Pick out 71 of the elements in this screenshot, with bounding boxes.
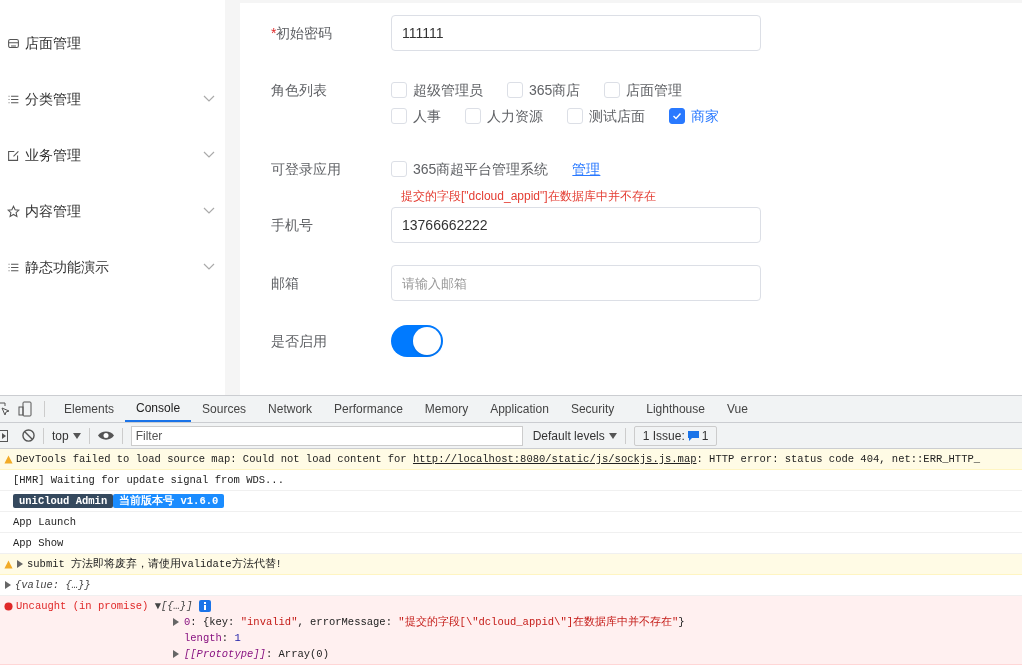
console-property[interactable]: length: 1 <box>184 631 241 645</box>
sidebar-item[interactable]: 店面管理 <box>0 15 225 71</box>
password-field[interactable]: 111111 <box>391 15 761 51</box>
phone-field[interactable]: 13766662222 <box>391 207 761 243</box>
console-message[interactable]: submit 方法即将废弃，请使用validate方法代替! <box>27 557 282 571</box>
console-message[interactable]: App Show <box>13 536 64 550</box>
store-icon <box>7 36 20 50</box>
warning-icon <box>4 454 13 464</box>
devtools-tab[interactable]: Elements <box>53 396 126 422</box>
edit-icon <box>7 148 20 162</box>
warning-icon <box>4 559 13 569</box>
check-icon <box>672 111 682 121</box>
caret-icon <box>72 432 81 439</box>
caret-icon[interactable] <box>4 581 12 589</box>
sidebar-item[interactable]: 内容管理 <box>0 183 225 239</box>
caret-icon <box>608 432 617 439</box>
comment-icon <box>687 430 699 441</box>
app-checkbox[interactable]: 365商超平台管理系统 <box>391 158 549 180</box>
field-label: 邮箱 <box>271 273 300 293</box>
role-checkbox[interactable]: 店面管理 <box>604 80 683 100</box>
caret-icon[interactable] <box>172 650 180 658</box>
console-property[interactable]: 0: {key: "invalid", errorMessage: "提交的字段[\"dcloud_appid\"]在数据库中并不存在"} <box>184 615 685 629</box>
console-message[interactable]: Uncaught (in promise) ▼[{…}] <box>16 599 193 613</box>
clear-icon[interactable] <box>22 429 35 442</box>
caret-icon[interactable] <box>172 618 180 626</box>
console-badge: 当前版本号 v1.6.0 <box>113 494 225 508</box>
role-checkbox[interactable]: 测试店面 <box>567 106 645 126</box>
field-label: 是否启用 <box>271 331 328 351</box>
console-message[interactable]: [HMR] Waiting for update signal from WDS... <box>13 473 284 487</box>
devtools-tab[interactable]: Lighthouse <box>635 396 716 422</box>
console-property[interactable]: [[Prototype]]: Array(0) <box>184 647 329 661</box>
devtools-tab[interactable]: Application <box>479 396 560 422</box>
info-icon <box>199 600 212 612</box>
required-mark: * <box>271 23 277 43</box>
checkbox[interactable] <box>669 108 685 124</box>
sidebar-toggle-icon[interactable] <box>0 429 8 442</box>
field-label: 手机号 <box>271 215 314 235</box>
devtools-tab[interactable]: Sources <box>191 396 258 422</box>
console-badge: uniCloud Admin <box>13 494 114 508</box>
caret-icon[interactable] <box>16 560 24 568</box>
role-checkbox[interactable]: 超级管理员 <box>391 80 483 100</box>
star-icon <box>7 204 20 218</box>
devtools-tab[interactable]: Performance <box>323 396 414 422</box>
devtools-tab[interactable]: Security <box>559 396 626 422</box>
filter-field[interactable]: Filter <box>130 425 523 446</box>
inspect-icon[interactable] <box>0 402 10 416</box>
role-checkbox[interactable]: 365商店 <box>507 80 581 100</box>
field-label: 初始密码 <box>276 23 333 43</box>
field-label: 角色列表 <box>271 81 328 100</box>
console-message[interactable]: {value: {…}} <box>15 578 91 592</box>
sidebar-item[interactable]: 业务管理 <box>0 127 225 183</box>
issues-button[interactable]: 1 Issue: 1 <box>633 425 718 446</box>
devtools-tab[interactable]: Network <box>257 396 324 422</box>
device-icon[interactable] <box>18 401 32 417</box>
context-dropdown[interactable]: top <box>52 426 81 445</box>
sidebar-item[interactable]: 静态功能演示 <box>0 239 225 295</box>
email-field[interactable]: 请输入邮箱 <box>391 265 761 301</box>
error-message: 提交的字段["dcloud_appid"]在数据库中并不存在 <box>401 188 657 205</box>
field-label: 可登录应用 <box>271 159 342 179</box>
console-message[interactable]: App Launch <box>13 515 76 529</box>
sidebar-item[interactable]: 分类管理 <box>0 71 225 127</box>
toggle-switch[interactable] <box>391 325 443 357</box>
devtools-tab[interactable]: Vue <box>715 396 759 422</box>
error-icon <box>4 601 13 611</box>
role-checkbox[interactable]: 商家 <box>669 106 719 126</box>
role-checkbox[interactable]: 人事 <box>391 106 441 126</box>
devtools-tab[interactable]: Memory <box>413 396 480 422</box>
eye-icon[interactable] <box>97 430 114 441</box>
role-checkbox[interactable]: 人力资源 <box>465 106 543 126</box>
manage-link[interactable]: 管理 <box>572 158 601 180</box>
levels-dropdown[interactable]: Default levels <box>532 426 617 445</box>
